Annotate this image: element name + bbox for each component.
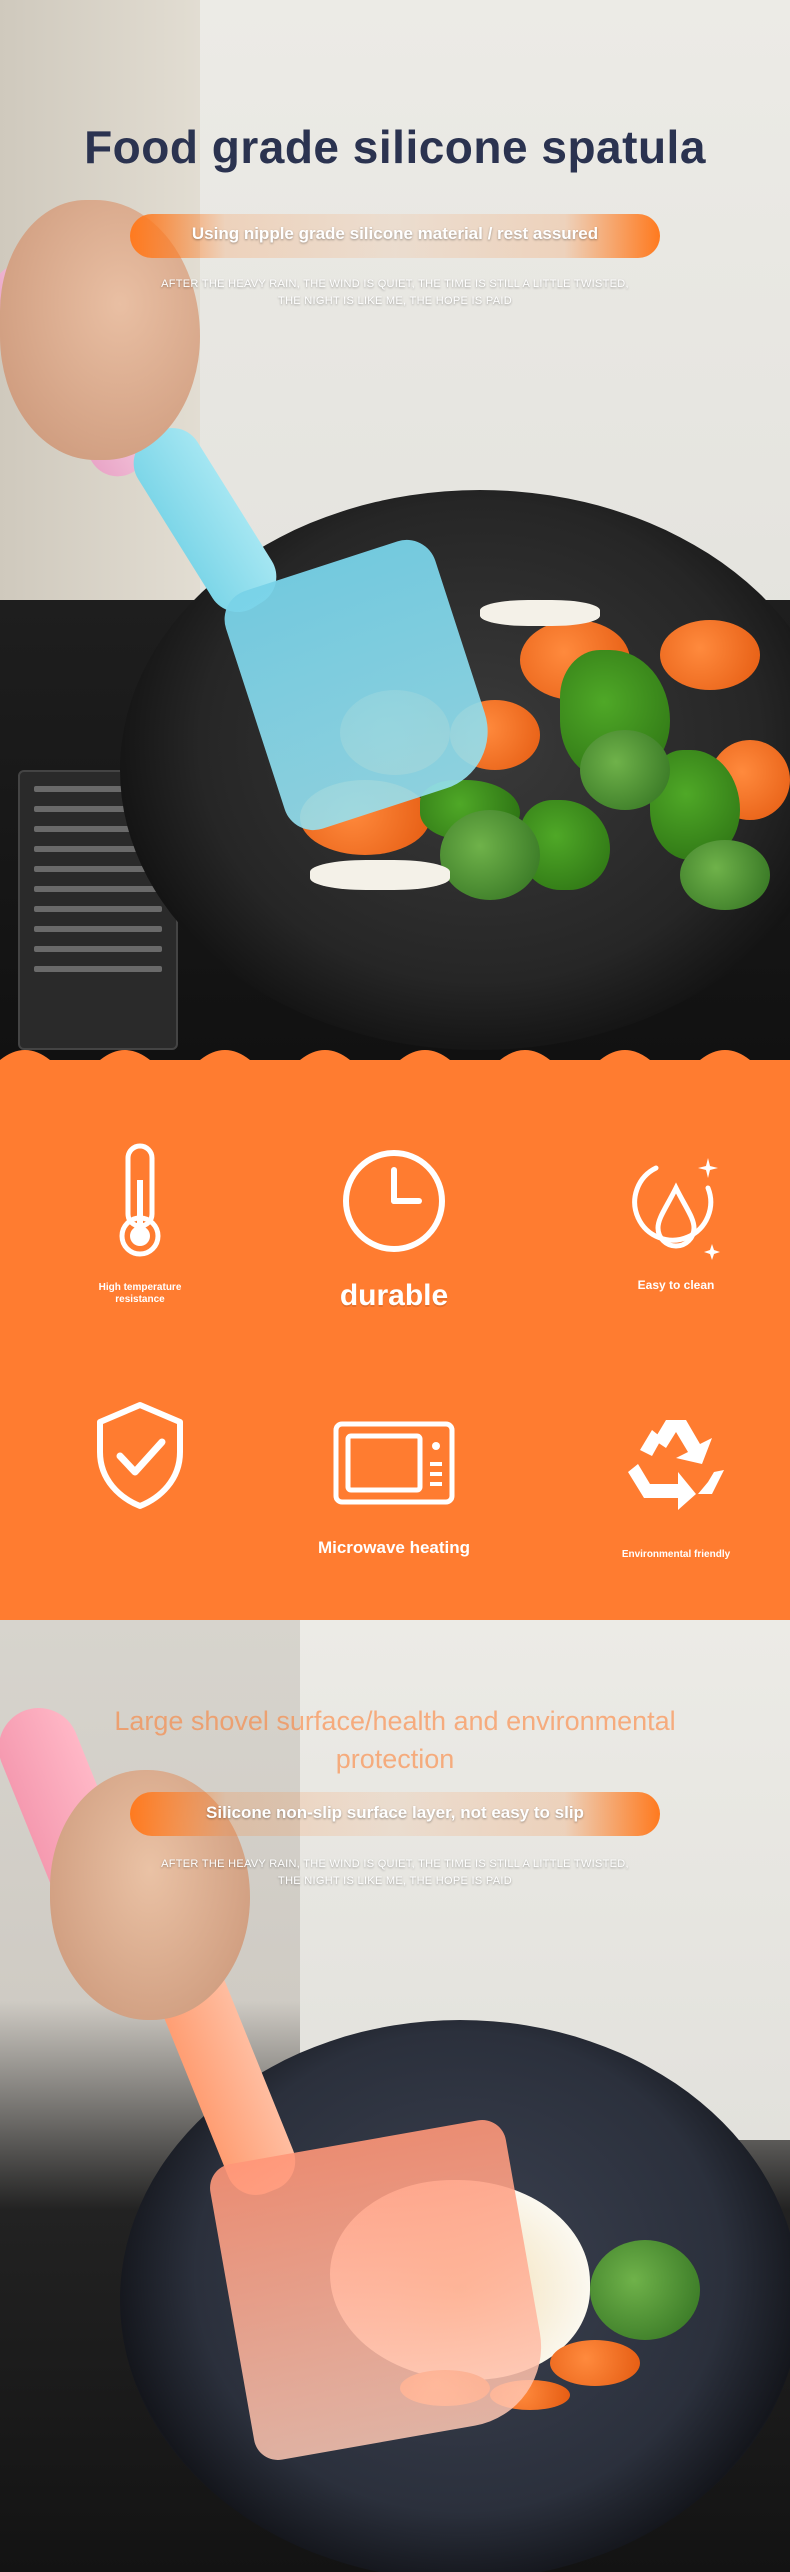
feature-label-microwave: Microwave heating	[317, 1538, 471, 1557]
thermometer-icon	[119, 1143, 161, 1257]
spatula-blade-coral	[206, 2116, 554, 2464]
detail-section: Large shovel surface/health and environm…	[0, 1620, 790, 2572]
feature-label-durable: durable	[339, 1279, 449, 1312]
page-title: Food grade silicone spatula	[84, 121, 706, 173]
feature-high-temperature: High temperature resistance	[30, 1140, 250, 1307]
feature-label-high-temperature: High temperature resistance	[98, 1282, 182, 1305]
clock-icon	[343, 1150, 445, 1252]
broccoli	[590, 2240, 700, 2340]
hero-tagline-line2: THE NIGHT IS LIKE ME, THE HOPE IS PAID	[278, 295, 512, 307]
top-wave-edge	[0, 1050, 790, 1080]
feature-label-easy-clean: Easy to clean	[637, 1278, 715, 1292]
shield-check-icon	[97, 1402, 183, 1509]
microwave-icon	[333, 1421, 455, 1505]
water-drop-icon	[632, 1158, 720, 1260]
feature-environmental: Environmental friendly	[566, 1410, 786, 1562]
onion-slice	[480, 600, 600, 626]
hero-subtitle: Using nipple grade silicone material / r…	[191, 224, 599, 243]
section-title: Large shovel surface/health and environm…	[114, 1706, 676, 1774]
feature-durable: durable	[284, 1146, 504, 1314]
hero-tagline-line1: AFTER THE HEAVY RAIN, THE WIND IS QUIET,…	[161, 278, 629, 290]
broccoli	[580, 730, 670, 810]
section-subtitle: Silicone non-slip surface layer, not eas…	[206, 1803, 584, 1822]
section-tagline-line2: THE NIGHT IS LIKE ME, THE HOPE IS PAID	[278, 1875, 512, 1887]
feature-safety	[30, 1400, 250, 1536]
feature-microwave: Microwave heating	[284, 1420, 504, 1558]
feature-label-environmental: Environmental friendly	[621, 1549, 731, 1560]
onion-slice	[310, 860, 450, 890]
recycle-icon	[628, 1420, 724, 1510]
hero-section: Food grade silicone spatula Using nipple…	[0, 0, 790, 1090]
carrot-slice	[660, 620, 760, 690]
broccoli	[680, 840, 770, 910]
features-section: High temperature resistance durable Easy…	[0, 1050, 790, 1670]
feature-easy-clean: Easy to clean	[566, 1148, 786, 1294]
carrot-slice	[550, 2340, 640, 2386]
broccoli	[440, 810, 540, 900]
section-tagline-line1: AFTER THE HEAVY RAIN, THE WIND IS QUIET,…	[161, 1858, 629, 1870]
